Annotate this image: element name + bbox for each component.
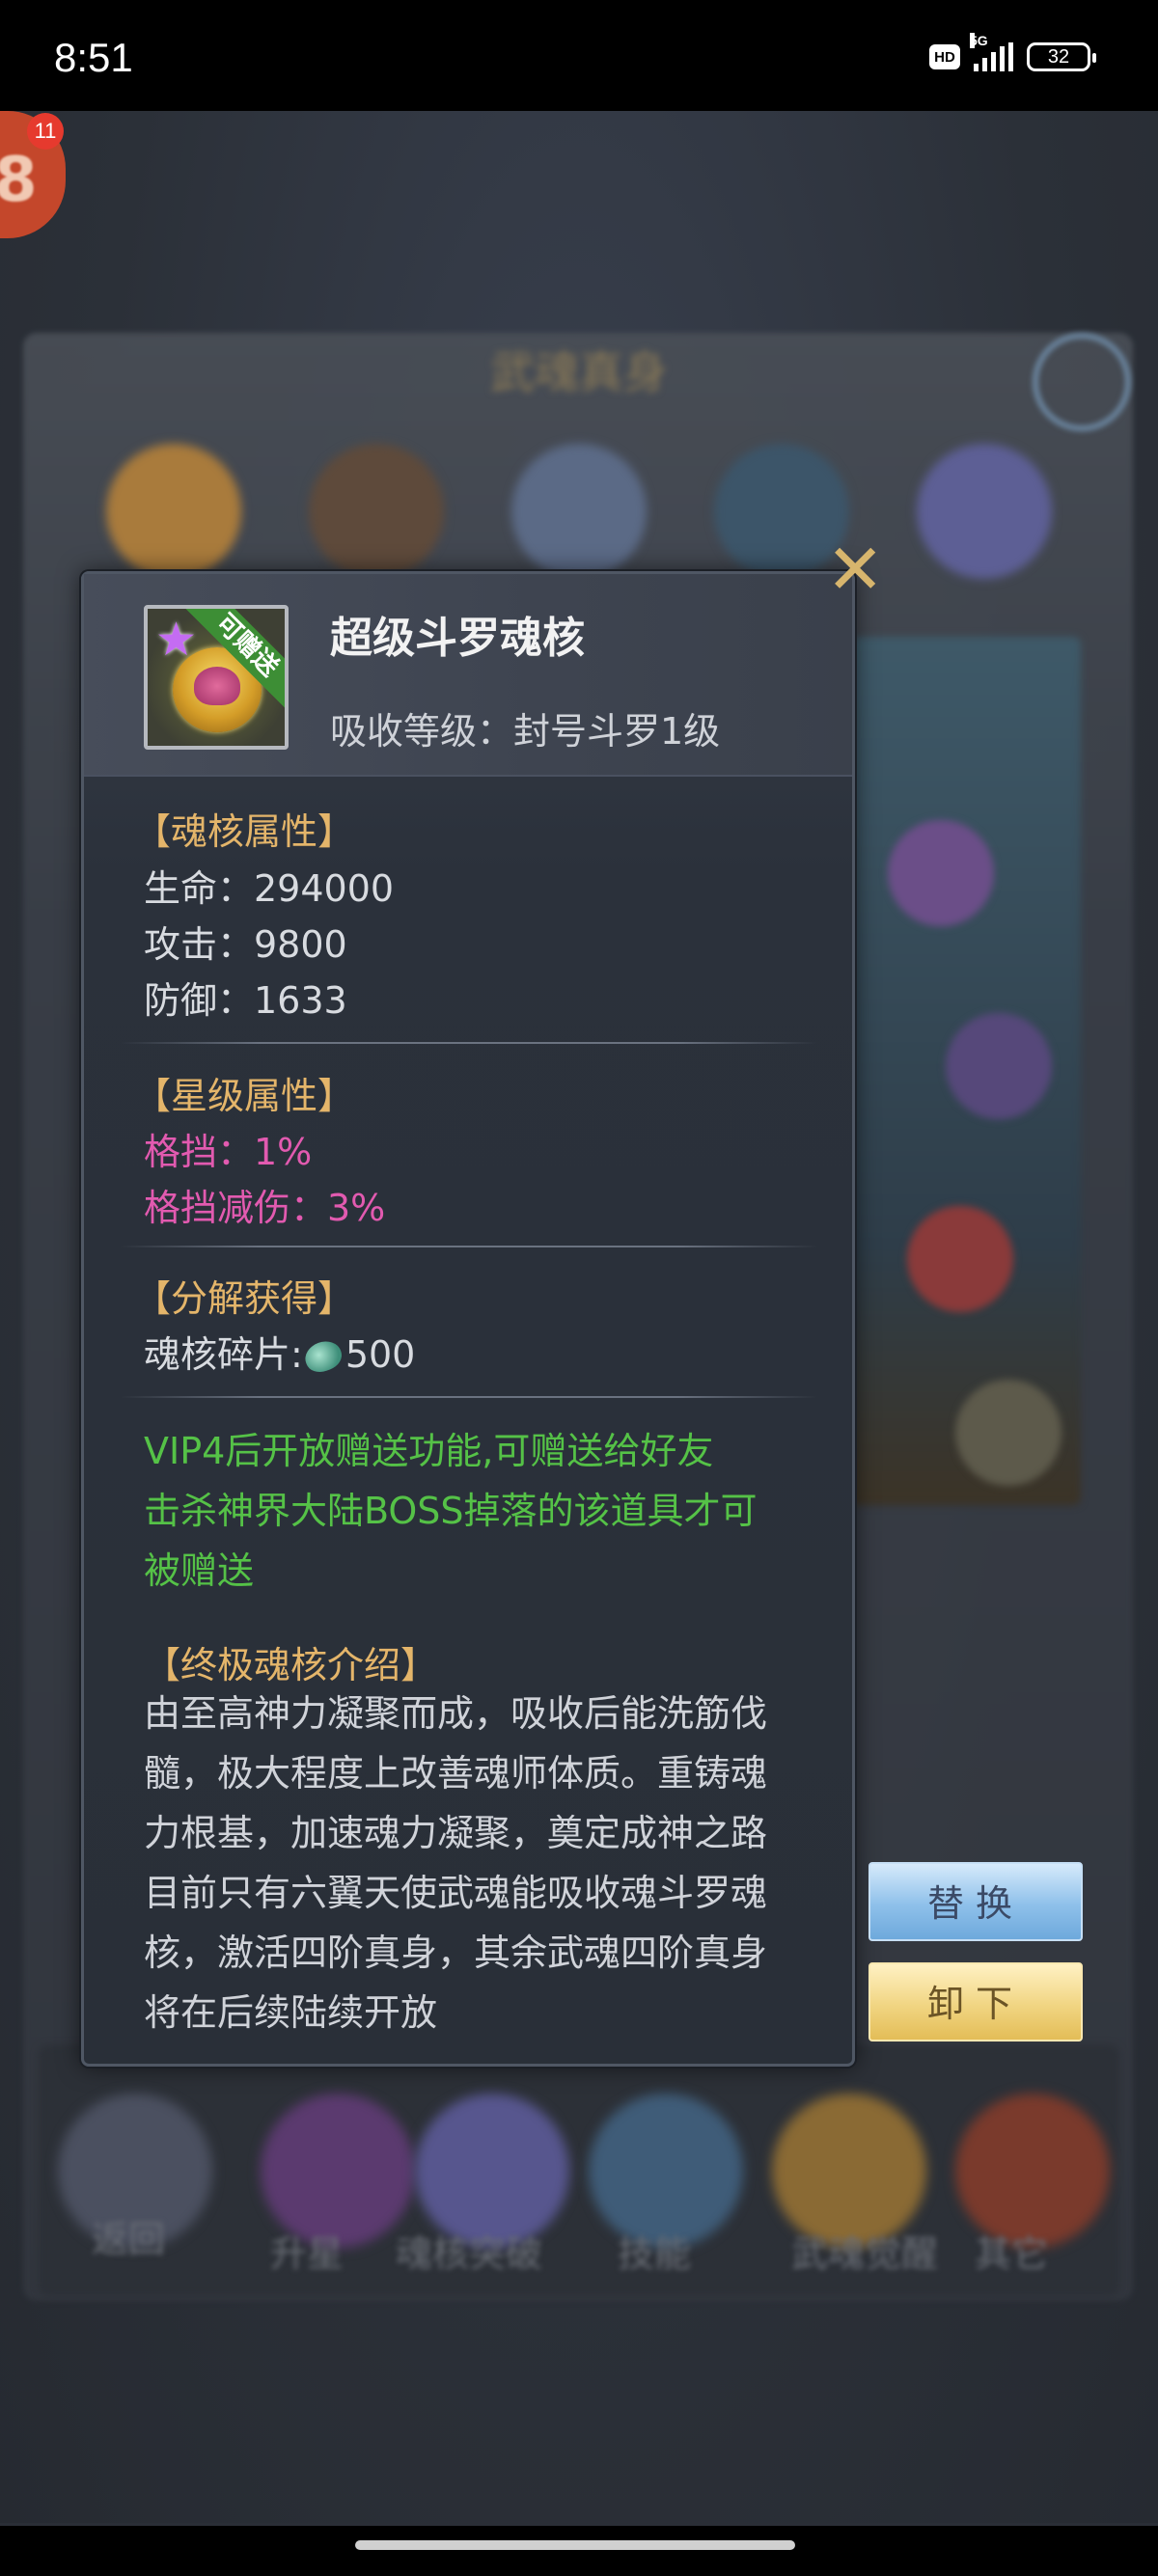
core-attributes-title: 【魂核属性】 [134, 810, 355, 853]
background-orb [907, 1206, 1013, 1312]
background-hero-avatar [106, 444, 241, 579]
decompose-reward: 魂核碎片: 500 [144, 1325, 415, 1378]
soul-core-shard-icon [300, 1336, 345, 1377]
intro-line: 髓，极大程度上改善魂师体质。重铸魂 [144, 1752, 768, 1795]
intro-line: 目前只有六翼天使武魂能吸收魂斗罗魂 [144, 1872, 768, 1914]
battery-icon: 32 [1027, 42, 1096, 71]
absorb-level: 吸收等级：封号斗罗1级 [330, 710, 721, 753]
notification-badge: 11 [27, 113, 64, 150]
gift-note-line: 击杀神界大陆BOSS掉落的该道具才可 [144, 1490, 758, 1532]
network-type: 5G [970, 33, 988, 48]
star-icon: ★ [155, 613, 198, 667]
gift-note: VIP4后开放赠送功能,可赠送给好友 击杀神界大陆BOSS掉落的该道具才可 被赠… [144, 1421, 819, 1601]
item-name: 超级斗罗魂核 [330, 614, 585, 663]
background-hero-avatar [917, 444, 1052, 579]
background-label: 武魂觉醒 [791, 2233, 939, 2275]
avatar-level: 8 [0, 145, 38, 216]
item-detail-dialog: ★ 可赠送 超级斗罗魂核 吸收等级：封号斗罗1级 【魂核属性】 生命：29400… [81, 571, 855, 2067]
background-panel-title: 武魂真身 [490, 346, 668, 398]
stat-block-reduction: 格挡减伤：3% [144, 1187, 386, 1229]
shard-label: 魂核碎片: [144, 1333, 303, 1376]
intro-line: 力根基，加速魂力凝聚，奠定成神之路 [144, 1812, 768, 1854]
background-label: 返回 [92, 2218, 166, 2261]
gift-note-line: 被赠送 [144, 1549, 255, 1592]
hd-icon: HD [929, 44, 960, 69]
dialog-header: ★ 可赠送 超级斗罗魂核 吸收等级：封号斗罗1级 [84, 574, 852, 777]
gift-note-line: VIP4后开放赠送功能,可赠送给好友 [144, 1430, 714, 1472]
divider [121, 1042, 817, 1044]
signal-icon: 5G [970, 33, 1013, 71]
background-orb [888, 820, 994, 926]
background-label: 技能 [618, 2233, 692, 2275]
intro-line: 由至高神力凝聚而成，吸收后能洗筋伐 [144, 1692, 768, 1735]
background-orb [946, 1013, 1052, 1119]
soul-core-item-icon: ★ 可赠送 [144, 605, 289, 750]
background-label: 其它 [975, 2233, 1049, 2275]
background-hero-avatar [511, 444, 647, 579]
background-label: 魂核突破 [396, 2233, 543, 2275]
background-hero-avatar [309, 444, 444, 579]
stat-defense: 防御：1633 [144, 979, 347, 1022]
status-bar: 8:51 HD 5G 32 [0, 0, 1158, 111]
remove-button[interactable]: 卸下 [868, 1962, 1083, 2042]
decompose-title: 【分解获得】 [134, 1277, 355, 1320]
star-attributes-title: 【星级属性】 [134, 1075, 355, 1117]
stat-attack: 攻击：9800 [144, 923, 347, 966]
status-icons: HD 5G 32 [929, 33, 1096, 71]
navigation-bar [0, 2526, 1158, 2576]
stat-block: 格挡：1% [144, 1131, 313, 1173]
shard-amount: 500 [345, 1333, 416, 1376]
background-label: 升星 [270, 2233, 345, 2275]
stat-hp: 生命：294000 [144, 867, 395, 910]
divider [121, 1396, 817, 1398]
replace-button[interactable]: 替换 [868, 1862, 1083, 1941]
close-icon[interactable]: ✕ [826, 534, 884, 604]
divider [121, 1246, 817, 1247]
background-close-icon [1033, 333, 1131, 431]
intro-line: 核，激活四阶真身，其余武魂四阶真身 [144, 1932, 768, 1974]
background-orb [955, 1380, 1062, 1486]
clock: 8:51 [54, 35, 133, 80]
intro-line: 将在后续陆续开放 [144, 1991, 438, 2034]
intro-title: 【终极魂核介绍】 [144, 1644, 438, 1686]
intro-text: 由至高神力凝聚而成，吸收后能洗筋伐 髓，极大程度上改善魂师体质。重铸魂 力根基，… [144, 1684, 829, 2042]
home-indicator[interactable] [355, 2540, 795, 2550]
